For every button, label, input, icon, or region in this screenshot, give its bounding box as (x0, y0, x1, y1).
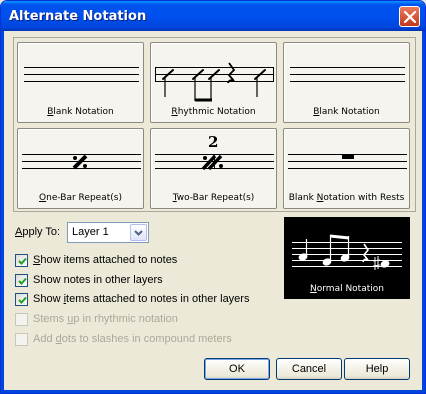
chevron-down-icon (134, 230, 143, 236)
apply-to-label: Apply To: (15, 226, 61, 238)
checkbox-stems-up[interactable]: Stems up in rhythmic notation (15, 311, 285, 327)
checkbox-add-dots[interactable]: Add dots to slashes in compound meters (15, 331, 285, 347)
normal-notation-button[interactable]: Normal Notation (284, 217, 410, 299)
two-bar-number: 2 (208, 133, 219, 151)
checkmark-icon (18, 257, 27, 265)
two-bar-repeat-button[interactable]: 2 Two-Bar Repeat(s) (150, 128, 277, 209)
checkbox-box[interactable] (15, 313, 28, 326)
checkbox-box[interactable] (15, 333, 28, 346)
blank-notation-button[interactable]: Blank Notation (17, 42, 144, 123)
cancel-button[interactable]: Cancel (276, 358, 342, 380)
checkbox-label: Show items attached to notes in other la… (33, 293, 250, 305)
staff-icon (24, 67, 139, 82)
normal-notation-label: Normal Notation (310, 284, 384, 294)
help-button[interactable]: Help (344, 358, 410, 380)
checkbox-label: Show items attached to notes (33, 254, 178, 266)
one-bar-repeat-icon (22, 154, 141, 170)
blank-notation-2-button[interactable]: Blank Notation (283, 42, 410, 123)
apply-to-select[interactable]: Layer 1 (67, 222, 149, 243)
checkbox-label: Show notes in other layers (33, 274, 163, 286)
dropdown-arrow-button[interactable] (130, 224, 147, 241)
normal-notation-icon (292, 234, 402, 270)
one-bar-repeat-button[interactable]: One-Bar Repeat(s) (17, 128, 144, 209)
checkmark-icon (18, 277, 27, 285)
checkbox-box[interactable] (15, 274, 28, 287)
apply-to-value: Layer 1 (72, 226, 109, 238)
blank-notation-with-rests-button[interactable]: Blank Notation with Rests (283, 128, 410, 209)
two-bar-repeat-label: Two-Bar Repeat(s) (172, 193, 255, 203)
title-bar[interactable]: Alternate Notation (1, 1, 425, 31)
one-bar-repeat-label: One-Bar Repeat(s) (39, 193, 122, 203)
window-frame-right (422, 31, 425, 393)
alternate-notation-dialog: Alternate Notation Blank Notation Rhythm… (0, 0, 426, 394)
checkbox-show-items-other-layers[interactable]: Show items attached to notes in other la… (15, 291, 285, 307)
checkbox-label: Add dots to slashes in compound meters (33, 333, 232, 345)
rhythmic-staff-icon (155, 62, 274, 102)
checkmark-icon (18, 296, 27, 304)
blank-notation-with-rests-label: Blank Notation with Rests (288, 193, 405, 203)
blank-notation-2-label: Blank Notation (313, 107, 380, 117)
checkbox-box[interactable] (15, 254, 28, 267)
checkbox-label: Stems up in rhythmic notation (33, 313, 178, 325)
checkbox-show-items-attached[interactable]: Show items attached to notes (15, 252, 285, 268)
blank-notation-label: Blank Notation (47, 107, 114, 117)
rest-staff-icon (288, 154, 407, 169)
close-button[interactable] (399, 6, 420, 27)
window-frame-left (1, 31, 4, 393)
checkbox-box[interactable] (15, 293, 28, 306)
staff-icon (290, 67, 405, 82)
window-title: Alternate Notation (9, 9, 147, 24)
rhythmic-notation-label: Rhythmic Notation (171, 107, 256, 117)
checkbox-show-notes-other-layers[interactable]: Show notes in other layers (15, 272, 285, 288)
close-icon (404, 11, 416, 23)
ok-button[interactable]: OK (204, 358, 270, 380)
window-frame-bottom (1, 390, 425, 393)
rhythmic-notation-button[interactable]: Rhythmic Notation (150, 42, 277, 123)
